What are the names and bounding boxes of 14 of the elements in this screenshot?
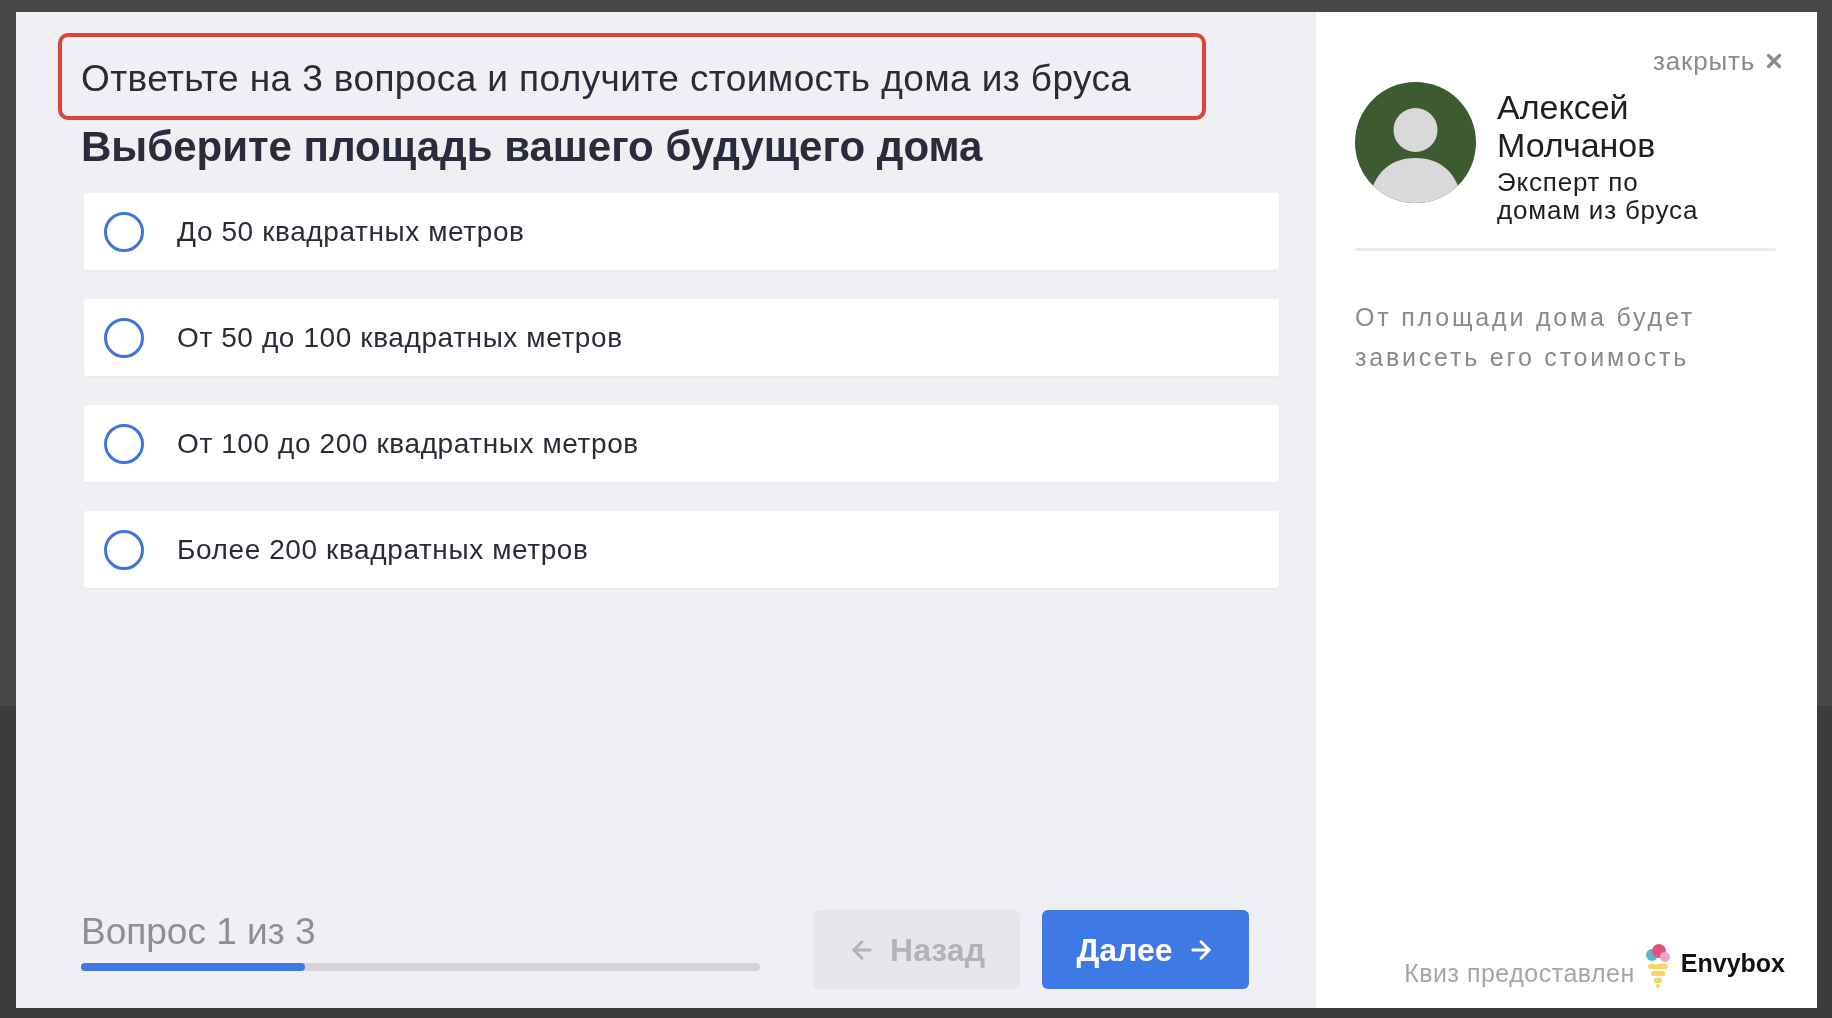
expert-name: Алексей Молчанов: [1497, 88, 1657, 164]
answer-option[interactable]: До 50 квадратных метров: [84, 193, 1279, 270]
hint-text: От площади дома будет зависеть его стоимость: [1355, 302, 1696, 373]
next-button[interactable]: Далее: [1042, 910, 1249, 989]
answer-option[interactable]: От 50 до 100 квадратных метров: [84, 299, 1279, 376]
brand-name: Envybox: [1680, 948, 1785, 978]
answer-option[interactable]: Более 200 квадратных метров: [84, 511, 1279, 588]
question-title: Выберите площадь вашего будущего дома: [81, 123, 983, 171]
ice-cream-icon: [1644, 944, 1671, 988]
progress-label: Вопрос 1 из 3: [81, 911, 316, 953]
quiz-title: Ответьте на 3 вопроса и получите стоимость дома из бруса: [81, 56, 1132, 101]
answer-option[interactable]: От 100 до 200 квадратных метров: [84, 405, 1279, 482]
expert-role: Эксперт по домам из бруса: [1497, 168, 1700, 224]
credit-text: Квиз предоставлен: [1404, 958, 1635, 988]
